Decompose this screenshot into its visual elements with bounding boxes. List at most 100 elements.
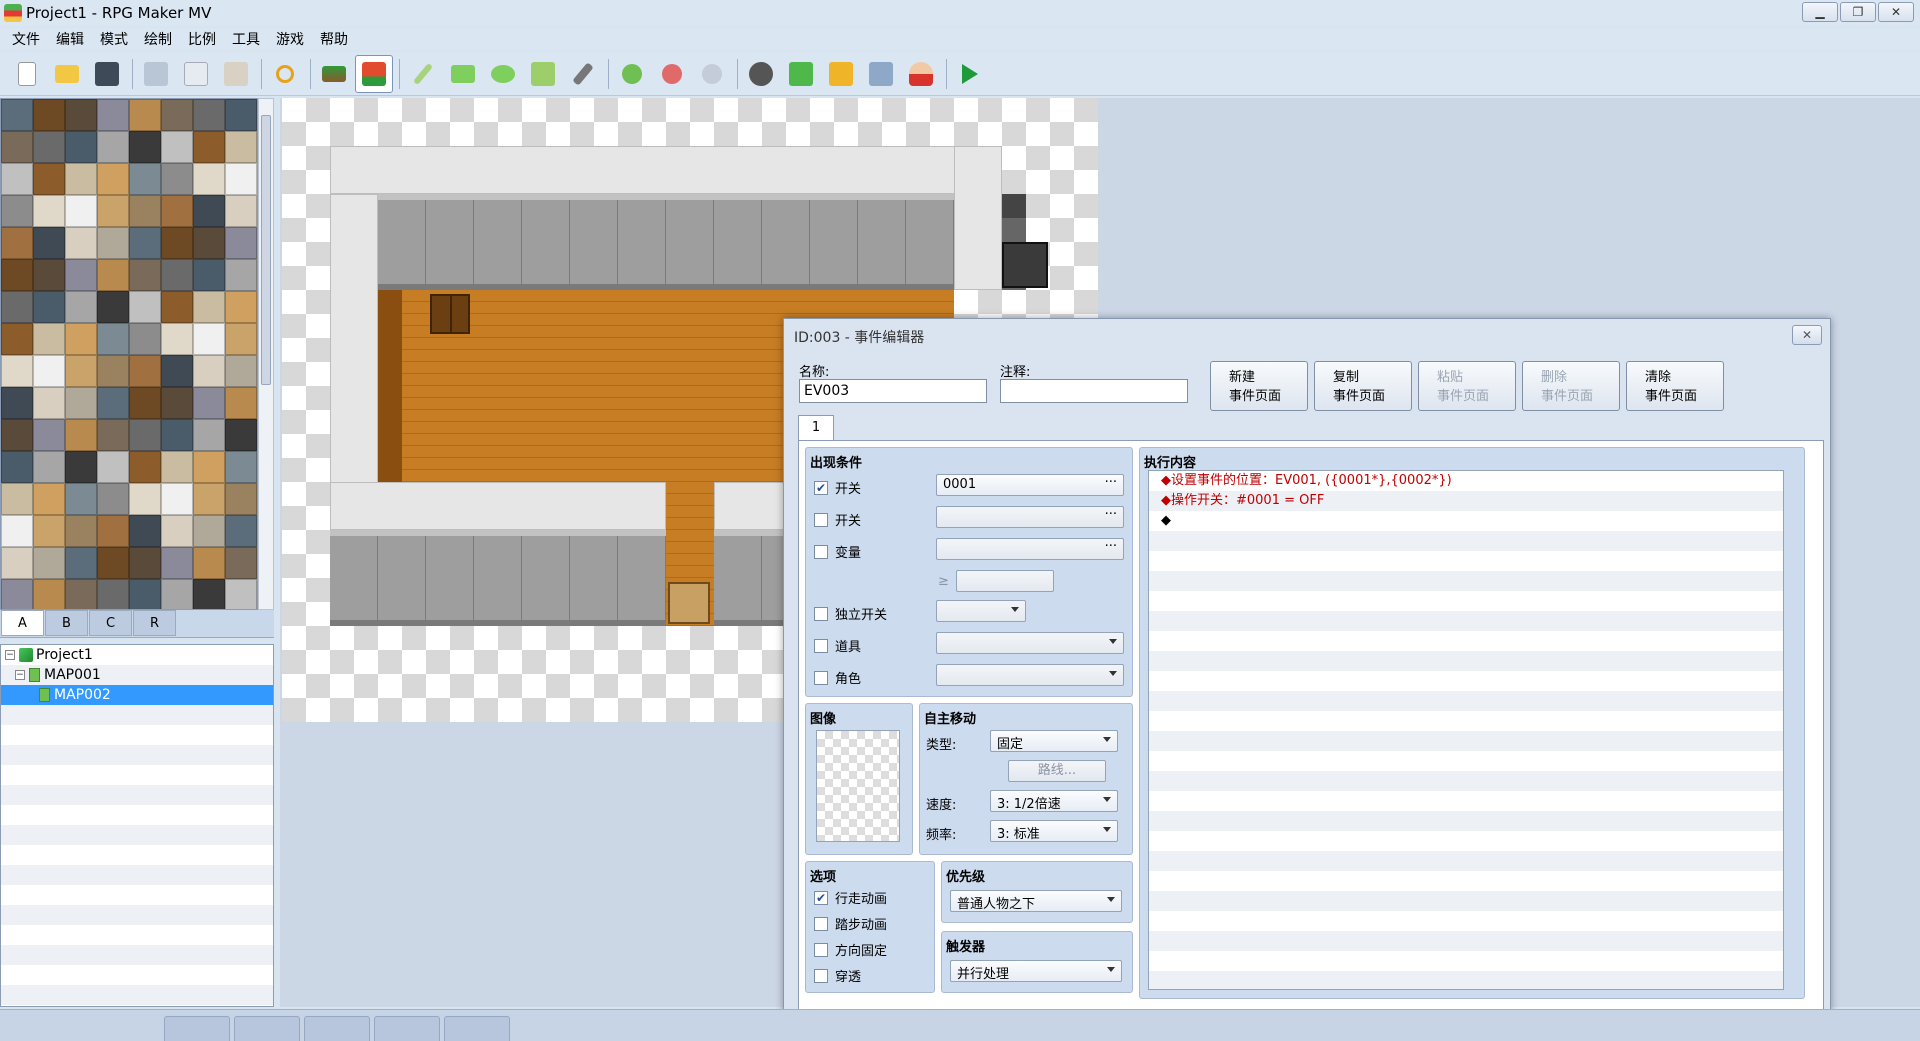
tileset-tile[interactable] [33, 547, 65, 579]
tileset-tile[interactable] [225, 291, 257, 323]
tileset-tile[interactable] [1, 259, 33, 291]
direction-fix-checkbox[interactable] [814, 942, 828, 957]
tileset-tile[interactable] [1, 419, 33, 451]
tileset-tile[interactable] [161, 419, 193, 451]
tileset-tile[interactable] [129, 579, 161, 609]
tileset-tile[interactable] [33, 419, 65, 451]
copy-button[interactable] [177, 55, 215, 93]
tileset-tile[interactable] [193, 163, 225, 195]
command-item[interactable]: ◆设置事件的位置：EV001, ({0001*},{0002*}) [1149, 471, 1783, 491]
tileset-tile[interactable] [1, 163, 33, 195]
sound-test-button[interactable] [822, 55, 860, 93]
tileset-tile[interactable] [225, 355, 257, 387]
tileset-tile[interactable] [65, 547, 97, 579]
tileset-tile[interactable] [65, 483, 97, 515]
rectangle-button[interactable] [444, 55, 482, 93]
tileset-tile[interactable] [225, 451, 257, 483]
tileset-tile[interactable] [225, 547, 257, 579]
tileset-tile[interactable] [225, 387, 257, 419]
tileset-tile[interactable] [1, 291, 33, 323]
tileset-tile[interactable] [161, 99, 193, 131]
tileset-tile[interactable] [161, 227, 193, 259]
tileset-tile[interactable] [225, 515, 257, 547]
tileset-tile[interactable] [193, 387, 225, 419]
tileset-tile[interactable] [1, 579, 33, 609]
tileset-tile[interactable] [33, 163, 65, 195]
map-mode-button[interactable] [315, 55, 353, 93]
tileset-tile[interactable] [129, 163, 161, 195]
switch2-checkbox[interactable] [814, 512, 828, 527]
tileset-palette[interactable] [0, 98, 258, 610]
tileset-tile[interactable] [1, 387, 33, 419]
tileset-tile[interactable] [65, 259, 97, 291]
tileset-tile[interactable] [129, 131, 161, 163]
command-item[interactable]: ◆ [1149, 511, 1783, 531]
variable-value-stepper[interactable] [956, 570, 1054, 592]
tileset-tile[interactable] [65, 99, 97, 131]
tileset-tile[interactable] [65, 579, 97, 609]
event-image-picker[interactable] [816, 730, 900, 842]
actor-checkbox[interactable] [814, 670, 828, 685]
tileset-scroll-thumb[interactable] [261, 115, 271, 385]
database-button[interactable] [742, 55, 780, 93]
taskbar-item[interactable] [374, 1016, 440, 1041]
tileset-tile[interactable] [225, 259, 257, 291]
tileset-tile[interactable] [225, 99, 257, 131]
menu-edit[interactable]: 编辑 [48, 29, 92, 49]
tileset-tile[interactable] [97, 195, 129, 227]
tileset-tile[interactable] [129, 451, 161, 483]
event-marker[interactable] [668, 582, 710, 624]
character-generator-button[interactable] [902, 55, 940, 93]
open-project-button[interactable] [48, 55, 86, 93]
delete-page-button[interactable]: 删除 事件页面 [1522, 361, 1620, 411]
close-button[interactable]: ✕ [1878, 2, 1914, 22]
note-input[interactable] [1000, 379, 1188, 403]
tileset-tile[interactable] [65, 163, 97, 195]
command-item[interactable]: ◆操作开关：#0001 = OFF [1149, 491, 1783, 511]
tileset-tile[interactable] [161, 483, 193, 515]
trigger-select[interactable]: 并行处理 [950, 960, 1122, 982]
taskbar-item[interactable] [234, 1016, 300, 1041]
menu-game[interactable]: 游戏 [268, 29, 312, 49]
tileset-tile[interactable] [161, 515, 193, 547]
tileset-tile[interactable] [33, 131, 65, 163]
tileset-tile[interactable] [65, 323, 97, 355]
tileset-tile[interactable] [33, 227, 65, 259]
route-button[interactable]: 路线... [1008, 760, 1106, 782]
tileset-tile[interactable] [193, 451, 225, 483]
tileset-tile[interactable] [225, 579, 257, 609]
door-event[interactable] [430, 294, 470, 334]
tileset-tile[interactable] [97, 131, 129, 163]
tileset-scrollbar[interactable] [258, 98, 274, 610]
tileset-tile[interactable] [1, 515, 33, 547]
tileset-tile[interactable] [97, 291, 129, 323]
tileset-tile[interactable] [129, 99, 161, 131]
tileset-tile[interactable] [65, 387, 97, 419]
event-searcher-button[interactable] [862, 55, 900, 93]
tileset-tile[interactable] [97, 579, 129, 609]
tileset-tile[interactable] [193, 99, 225, 131]
shadow-pen-button[interactable] [564, 55, 602, 93]
tileset-tile[interactable] [97, 99, 129, 131]
tileset-tile[interactable] [65, 131, 97, 163]
taskbar-item[interactable] [444, 1016, 510, 1041]
tileset-tile[interactable] [129, 547, 161, 579]
frequency-select[interactable]: 3: 标准 [990, 820, 1118, 842]
plugin-manager-button[interactable] [782, 55, 820, 93]
tree-item-project[interactable]: − Project1 [1, 645, 273, 665]
tileset-tile[interactable] [129, 419, 161, 451]
tileset-tile[interactable] [225, 323, 257, 355]
tileset-tile[interactable] [193, 259, 225, 291]
menu-help[interactable]: 帮助 [312, 29, 356, 49]
tileset-tile[interactable] [1, 547, 33, 579]
tileset-tile[interactable] [193, 291, 225, 323]
paste-button[interactable] [217, 55, 255, 93]
tileset-tile[interactable] [33, 387, 65, 419]
tileset-tab-b[interactable]: B [45, 610, 88, 636]
tileset-tile[interactable] [97, 547, 129, 579]
tileset-tab-r[interactable]: R [133, 610, 176, 636]
tileset-tile[interactable] [97, 483, 129, 515]
tileset-tile[interactable] [97, 387, 129, 419]
zoom-actual-button[interactable] [693, 55, 731, 93]
tileset-tile[interactable] [161, 291, 193, 323]
